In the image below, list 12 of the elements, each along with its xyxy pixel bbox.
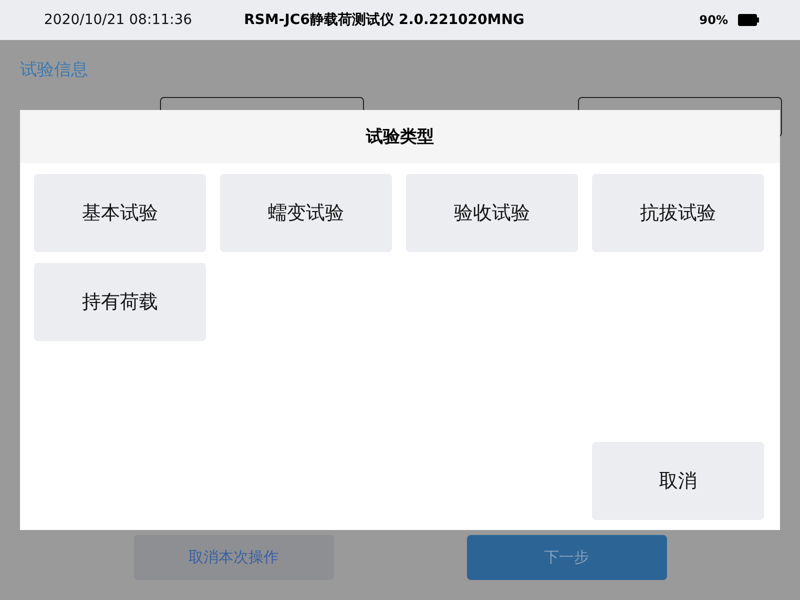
device-title: RSM-JC6静载荷测试仪 2.0.221020MNG: [244, 11, 526, 29]
option-button[interactable]: 验收试验: [406, 174, 578, 252]
option-button[interactable]: 持有荷载: [34, 263, 206, 341]
section-title: 试验信息: [20, 59, 89, 81]
option-button[interactable]: 抗拔试验: [592, 174, 764, 252]
battery-icon: [738, 14, 760, 26]
cancel-button[interactable]: 取消: [592, 442, 764, 520]
dialog-title: 试验类型: [366, 126, 434, 148]
date-time: 2020/10/21 08:11:36: [44, 12, 194, 28]
option-button[interactable]: 蠕变试验: [220, 174, 392, 252]
battery-level: 90%: [699, 13, 728, 27]
option-button[interactable]: 基本试验: [34, 174, 206, 252]
